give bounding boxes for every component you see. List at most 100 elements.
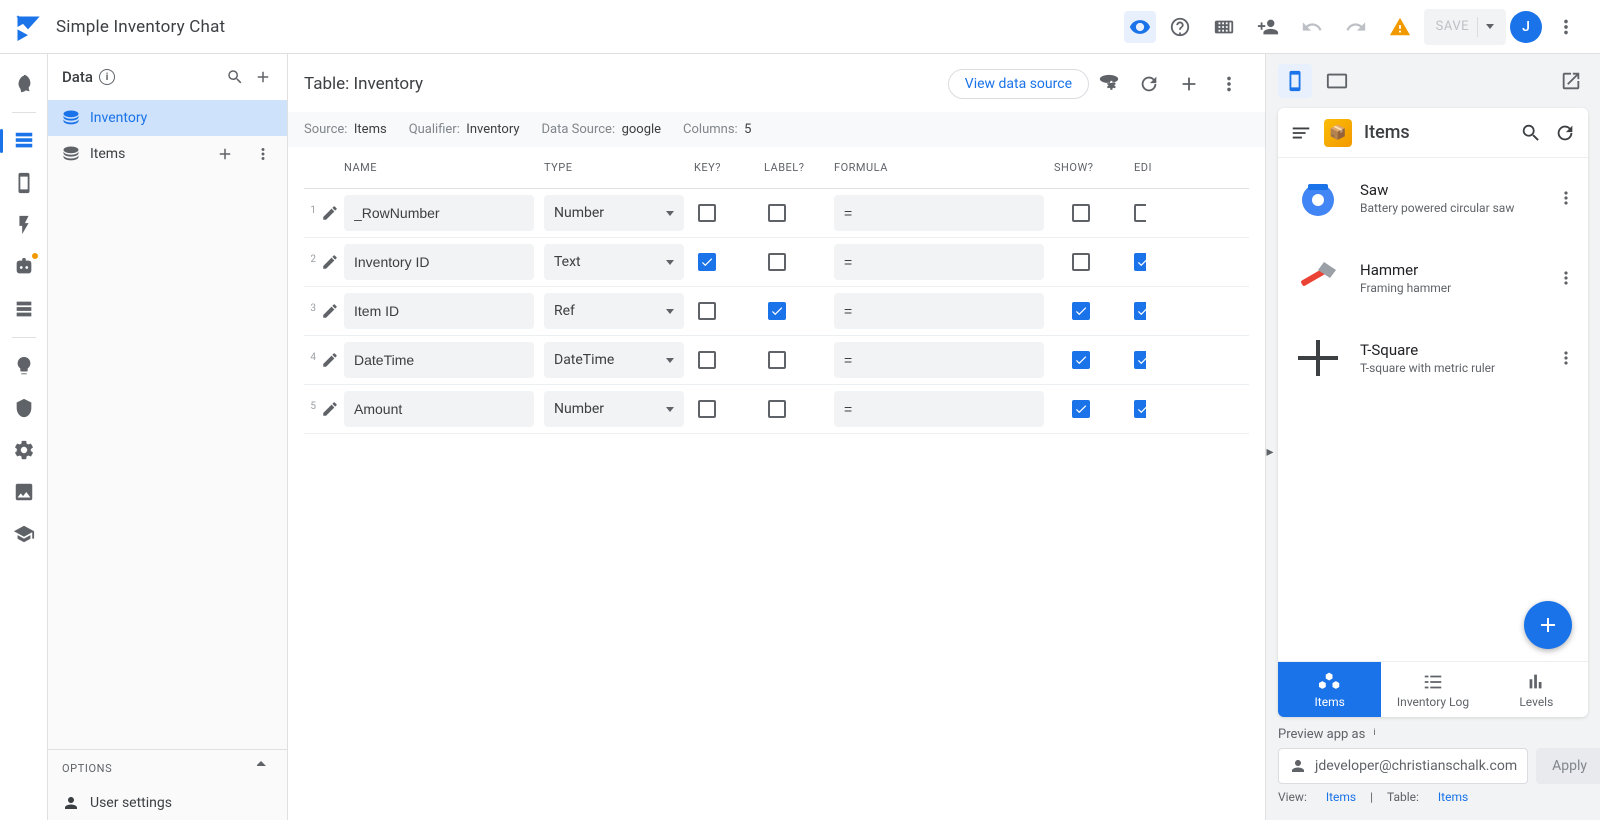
checkbox[interactable] xyxy=(698,204,716,222)
column-type-select[interactable]: Text xyxy=(544,244,684,280)
rail-views[interactable] xyxy=(4,289,44,329)
rail-manage[interactable] xyxy=(4,472,44,512)
checkbox[interactable] xyxy=(698,400,716,418)
sidebar-table-item[interactable]: Items xyxy=(48,136,287,172)
share-icon[interactable] xyxy=(1248,7,1288,47)
rail-security[interactable] xyxy=(4,388,44,428)
rail-home[interactable] xyxy=(4,64,44,104)
preview-search-icon[interactable] xyxy=(1520,122,1542,144)
footer-table-value[interactable]: Items xyxy=(1438,790,1468,804)
rail-actions[interactable] xyxy=(4,205,44,245)
app-logo[interactable] xyxy=(14,13,42,41)
item-more-icon[interactable] xyxy=(1556,268,1576,288)
meta-label: Columns: xyxy=(683,122,738,137)
checkbox[interactable] xyxy=(698,351,716,369)
fab-add-button[interactable] xyxy=(1524,601,1572,649)
add-icon[interactable] xyxy=(211,140,239,168)
edit-row-button[interactable] xyxy=(316,400,344,418)
rail-bots[interactable] xyxy=(4,247,44,287)
column-name-input[interactable] xyxy=(344,244,534,280)
rail-intelligence[interactable] xyxy=(4,346,44,386)
rail-data[interactable] xyxy=(4,121,44,161)
checkbox[interactable] xyxy=(1072,400,1090,418)
preview-tab[interactable]: Inventory Log xyxy=(1381,662,1484,717)
column-name-input[interactable] xyxy=(344,195,534,231)
checkbox[interactable] xyxy=(698,302,716,320)
footer-view-value[interactable]: Items xyxy=(1326,790,1356,804)
checkbox[interactable] xyxy=(1134,204,1146,222)
rail-ux[interactable] xyxy=(4,163,44,203)
save-button[interactable]: SAVE xyxy=(1424,9,1506,45)
checkbox[interactable] xyxy=(1134,351,1146,369)
column-name-input[interactable] xyxy=(344,293,534,329)
checkbox[interactable] xyxy=(1072,204,1090,222)
device-phone-button[interactable] xyxy=(1278,64,1312,98)
search-icon[interactable] xyxy=(221,63,249,91)
checkbox[interactable] xyxy=(768,400,786,418)
apply-button[interactable]: Apply xyxy=(1536,748,1600,784)
column-type-select[interactable]: DateTime xyxy=(544,342,684,378)
keyboard-icon[interactable] xyxy=(1204,7,1244,47)
edit-row-button[interactable] xyxy=(316,302,344,320)
redo-icon[interactable] xyxy=(1336,7,1376,47)
preview-tab[interactable]: Levels xyxy=(1485,662,1588,717)
checkbox[interactable] xyxy=(768,351,786,369)
list-item[interactable]: Saw Battery powered circular saw xyxy=(1278,158,1588,238)
column-type-select[interactable]: Number xyxy=(544,195,684,231)
item-more-icon[interactable] xyxy=(1556,348,1576,368)
options-header[interactable]: OPTIONS xyxy=(48,750,287,786)
checkbox[interactable] xyxy=(768,302,786,320)
view-data-source-button[interactable]: View data source xyxy=(948,69,1089,99)
preview-refresh-icon[interactable] xyxy=(1554,122,1576,144)
checkbox[interactable] xyxy=(1134,253,1146,271)
formula-input[interactable] xyxy=(834,244,1044,280)
hamburger-icon[interactable] xyxy=(1290,122,1312,144)
checkbox[interactable] xyxy=(1072,302,1090,320)
col-header-edit: EDI xyxy=(1134,161,1174,174)
sidebar-table-item[interactable]: Inventory xyxy=(48,100,287,136)
rail-settings[interactable] xyxy=(4,430,44,470)
edit-row-button[interactable] xyxy=(316,253,344,271)
column-name-input[interactable] xyxy=(344,342,534,378)
column-name-input[interactable] xyxy=(344,391,534,427)
add-table-button[interactable] xyxy=(249,63,277,91)
device-tablet-button[interactable] xyxy=(1320,64,1354,98)
column-type-select[interactable]: Ref xyxy=(544,293,684,329)
table-more-icon[interactable] xyxy=(1209,64,1249,104)
warning-icon[interactable] xyxy=(1380,7,1420,47)
formula-input[interactable] xyxy=(834,391,1044,427)
rail-learn[interactable] xyxy=(4,514,44,554)
formula-input[interactable] xyxy=(834,293,1044,329)
checkbox[interactable] xyxy=(1134,400,1146,418)
preview-icon[interactable] xyxy=(1124,11,1156,43)
collapse-preview-handle[interactable]: ▸ xyxy=(1265,437,1275,467)
edit-row-button[interactable] xyxy=(316,351,344,369)
checkbox[interactable] xyxy=(768,253,786,271)
info-icon[interactable]: i xyxy=(1373,728,1387,742)
formula-input[interactable] xyxy=(834,195,1044,231)
checkbox[interactable] xyxy=(1072,351,1090,369)
refresh-icon[interactable] xyxy=(1129,64,1169,104)
more-icon[interactable] xyxy=(249,140,277,168)
add-column-button[interactable] xyxy=(1169,64,1209,104)
preview-tab[interactable]: Items xyxy=(1278,662,1381,717)
help-icon[interactable] xyxy=(1160,7,1200,47)
item-more-icon[interactable] xyxy=(1556,188,1576,208)
undo-icon[interactable] xyxy=(1292,7,1332,47)
list-item[interactable]: T-Square T-square with metric ruler xyxy=(1278,318,1588,398)
formula-input[interactable] xyxy=(834,342,1044,378)
more-icon[interactable] xyxy=(1546,7,1586,47)
regenerate-icon[interactable] xyxy=(1089,64,1129,104)
checkbox[interactable] xyxy=(698,253,716,271)
user-settings-item[interactable]: User settings xyxy=(48,786,287,820)
avatar[interactable]: J xyxy=(1510,11,1542,43)
checkbox[interactable] xyxy=(1134,302,1146,320)
open-preview-button[interactable] xyxy=(1554,64,1588,98)
info-icon[interactable]: i xyxy=(99,69,115,85)
checkbox[interactable] xyxy=(768,204,786,222)
preview-email-field[interactable]: jdeveloper@christianschalk.com xyxy=(1278,748,1528,784)
list-item[interactable]: Hammer Framing hammer xyxy=(1278,238,1588,318)
checkbox[interactable] xyxy=(1072,253,1090,271)
column-type-select[interactable]: Number xyxy=(544,391,684,427)
edit-row-button[interactable] xyxy=(316,204,344,222)
